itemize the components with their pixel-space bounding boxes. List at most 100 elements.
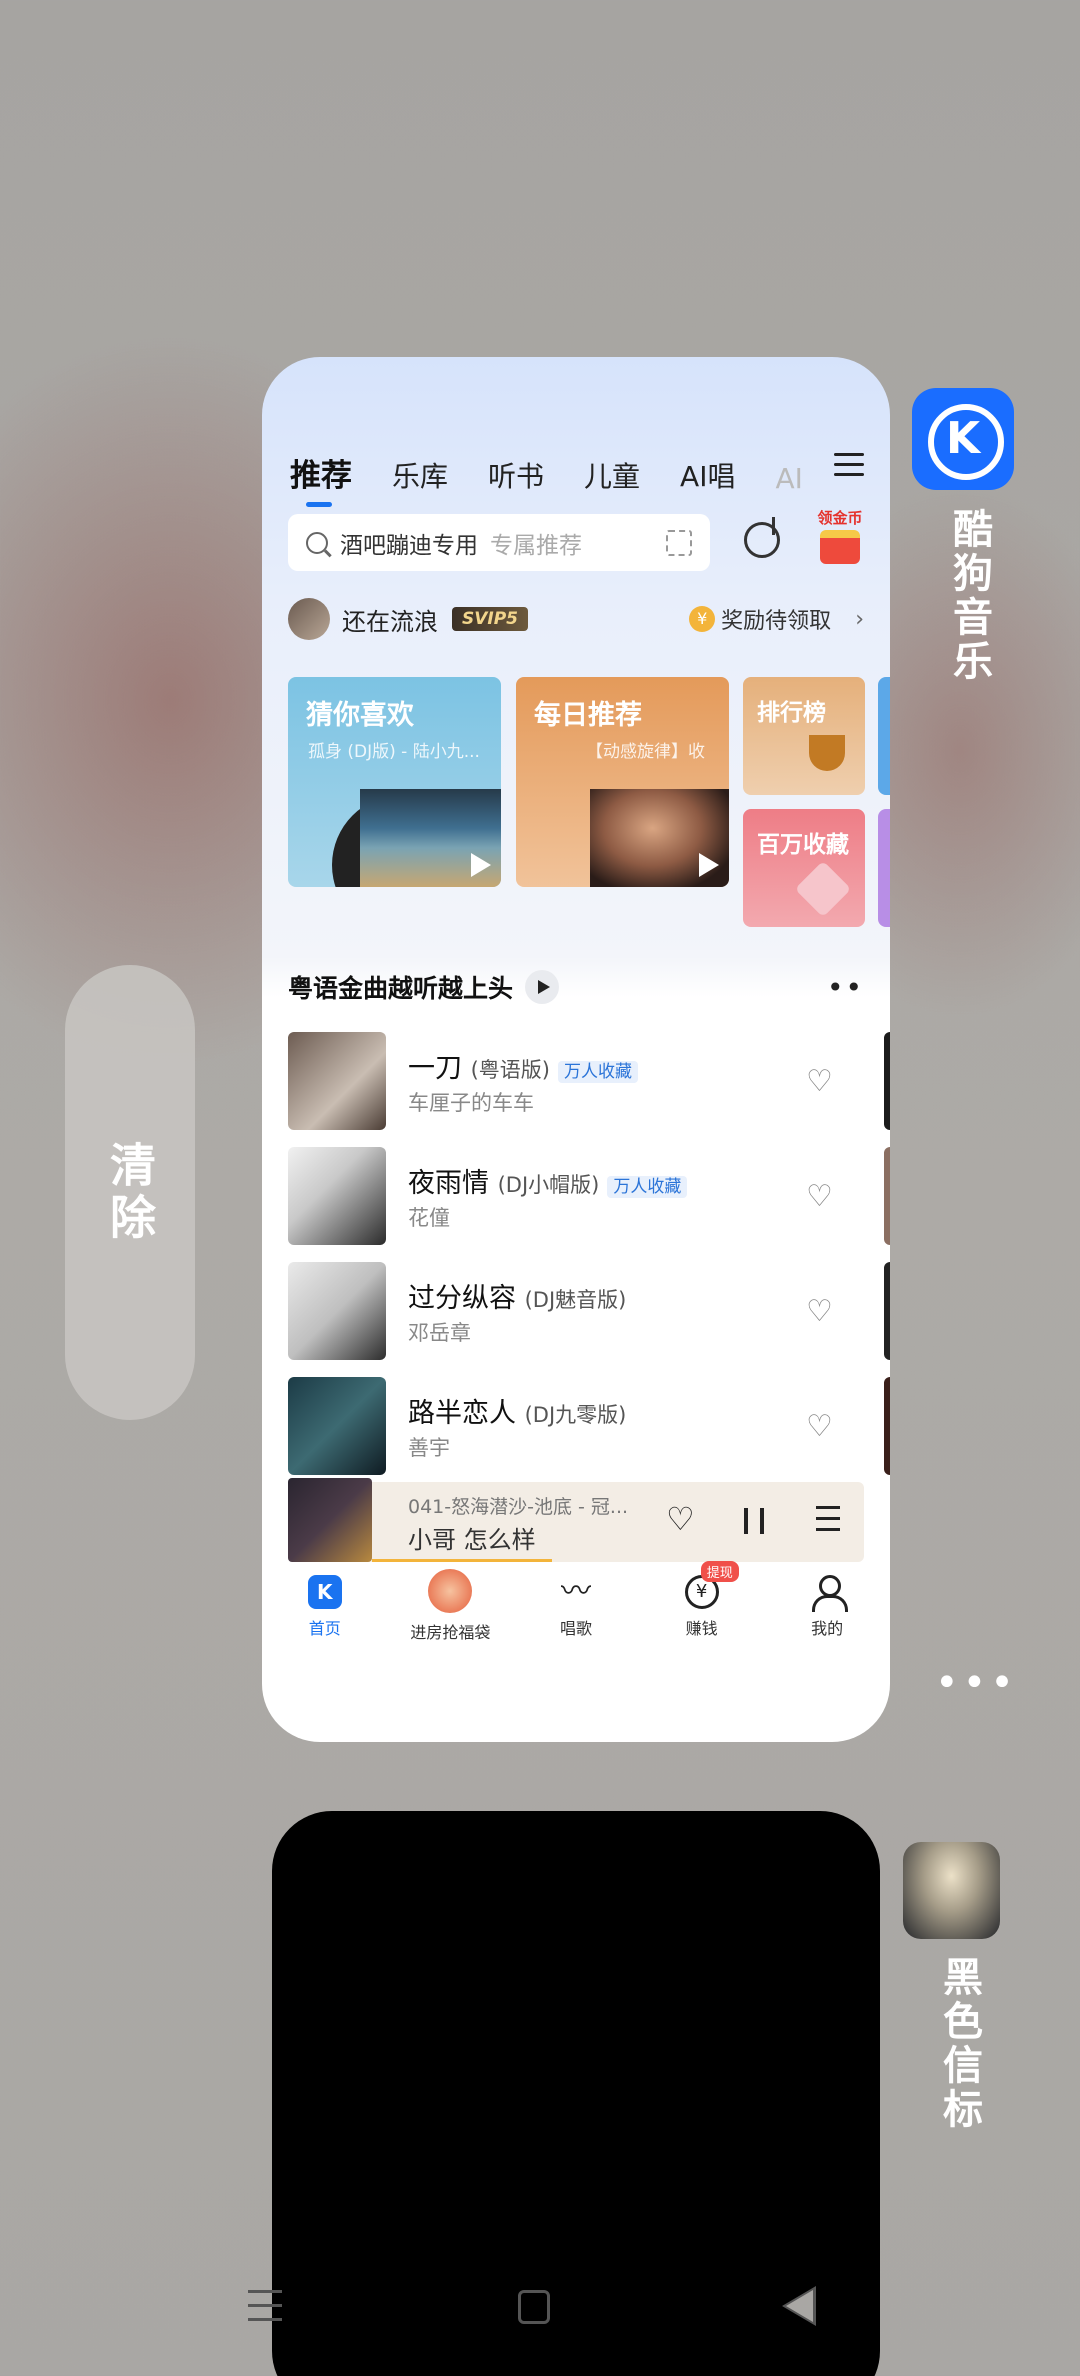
nav-home[interactable]: K 首页 <box>262 1567 388 1657</box>
section-title: 粤语金曲越听越上头 <box>288 974 514 1003</box>
list-item[interactable]: 夜雨情 (DJ小帽版) 万人收藏 花僮 ♡ <box>288 1147 890 1262</box>
user-name[interactable]: 还在流浪 <box>342 602 438 637</box>
play-icon[interactable] <box>699 853 719 877</box>
song-version: (DJ小帽版) <box>497 1173 600 1197</box>
like-icon[interactable]: ♡ <box>806 1409 833 1444</box>
album-cover <box>590 789 729 887</box>
play-icon[interactable] <box>471 853 491 877</box>
tab-ai-sing[interactable]: AI唱 <box>680 455 735 495</box>
song-cover <box>288 1032 386 1130</box>
song-cover <box>288 1147 386 1245</box>
kugou-app-card[interactable]: 推荐 乐库 听书 儿童 AI唱 AI 酒吧蹦迪专用 专属推荐 领金币 还在流浪 … <box>262 357 890 1742</box>
vip-badge: SVIP5 <box>452 607 529 631</box>
game-app-icon[interactable] <box>903 1842 1000 1939</box>
tab-audiobooks[interactable]: 听书 <box>488 455 544 495</box>
like-icon[interactable]: ♡ <box>806 1294 833 1329</box>
clear-all-button[interactable]: 清除 <box>65 965 195 1420</box>
reward-link[interactable]: ¥ 奖励待领取 › <box>689 603 864 635</box>
more-icon[interactable]: •• <box>827 971 864 1004</box>
side-cover <box>884 1262 890 1360</box>
pause-icon[interactable] <box>744 1508 764 1534</box>
more-options-icon[interactable]: ••• <box>935 1663 1018 1703</box>
tile-subtitle: 孤身 (DJ版) - 陆小九... <box>308 742 480 762</box>
side-cover <box>884 1032 890 1130</box>
tile-charts[interactable]: 排行榜 <box>743 677 865 795</box>
favorite-badge: 万人收藏 <box>557 1061 638 1083</box>
tile-million-favorites[interactable]: 百万收藏 <box>743 809 865 927</box>
list-item[interactable]: 一刀 (粤语版) 万人收藏 车厘子的车车 ♡ <box>288 1032 890 1147</box>
tile-edge[interactable] <box>878 677 890 795</box>
trophy-icon <box>809 735 845 771</box>
kugou-letter: K <box>945 413 981 464</box>
mini-player[interactable]: 041-怒海潜沙-池底 - 冠... 小哥 怎么样 ♡ <box>288 1478 864 1562</box>
song-version: (粤语版) <box>470 1058 550 1082</box>
playlist-icon[interactable] <box>808 1506 840 1534</box>
song-artist: 车厘子的车车 <box>408 1091 534 1115</box>
tile-title: 排行榜 <box>757 700 826 726</box>
like-icon[interactable]: ♡ <box>806 1064 833 1099</box>
music-recognize-icon[interactable] <box>744 517 780 558</box>
gold-coin-button[interactable]: 领金币 <box>810 507 870 567</box>
tile-edge[interactable] <box>878 809 890 927</box>
favorite-badge: 万人收藏 <box>607 1176 688 1198</box>
reward-label: 奖励待领取 <box>721 609 832 634</box>
user-row: 还在流浪 SVIP5 ¥ 奖励待领取 › <box>288 597 864 641</box>
nav-label: 赚钱 <box>685 1619 718 1638</box>
song-artist: 花僮 <box>408 1206 450 1230</box>
like-icon[interactable]: ♡ <box>666 1500 695 1538</box>
list-item[interactable]: 路半恋人 (DJ九零版) 善宇 ♡ <box>288 1377 890 1492</box>
menu-icon[interactable] <box>834 453 864 477</box>
menu-icon[interactable] <box>248 2290 282 2326</box>
profile-icon <box>810 1575 849 1612</box>
withdraw-badge: 提现 <box>700 1561 739 1582</box>
play-all-icon[interactable] <box>525 970 560 1004</box>
tile-guess-you-like[interactable]: 猜你喜欢 孤身 (DJ版) - 陆小九... <box>288 677 501 887</box>
kugou-app-icon[interactable]: K <box>912 388 1014 490</box>
nav-sing[interactable]: 〰 唱歌 <box>513 1567 639 1657</box>
tab-recommend[interactable]: 推荐 <box>290 450 352 507</box>
song-title: 过分纵容 <box>408 1283 516 1314</box>
tab-library[interactable]: 乐库 <box>392 455 448 495</box>
album-cover <box>360 789 501 887</box>
red-packet-icon <box>820 530 860 564</box>
like-icon[interactable]: ♡ <box>806 1179 833 1214</box>
side-cover <box>884 1147 890 1245</box>
song-version: (DJ魅音版) <box>524 1288 627 1312</box>
nav-label: 首页 <box>308 1619 341 1638</box>
search-hint: 专属推荐 <box>490 532 582 559</box>
nav-earn[interactable]: ¥ 提现 赚钱 <box>639 1561 765 1657</box>
player-track: 041-怒海潜沙-池底 - 冠... <box>408 1496 629 1518</box>
heart-icon <box>794 860 852 918</box>
avatar[interactable] <box>288 598 330 640</box>
search-query: 酒吧蹦迪专用 <box>340 532 478 559</box>
nav-profile[interactable]: 我的 <box>764 1567 890 1657</box>
nav-label: 唱歌 <box>559 1619 592 1638</box>
home-icon: K <box>307 1575 342 1609</box>
nav-label: 进房抢福袋 <box>410 1623 491 1642</box>
scan-icon[interactable] <box>666 530 692 556</box>
nav-lucky-bag[interactable]: 进房抢福袋 <box>388 1567 514 1657</box>
player-cover <box>288 1478 372 1562</box>
tile-daily[interactable]: 每日推荐 【动感旋律】收 <box>516 677 729 887</box>
list-item[interactable]: 过分纵容 (DJ魅音版) 邓岳章 ♡ <box>288 1262 890 1377</box>
song-title: 夜雨情 <box>408 1168 489 1199</box>
bottom-nav: K 首页 进房抢福袋 〰 唱歌 ¥ 提现 赚钱 我的 <box>262 1561 890 1657</box>
back-icon[interactable] <box>782 2286 816 2326</box>
clear-label: 清除 <box>103 1140 157 1245</box>
song-title: 一刀 <box>408 1053 462 1084</box>
top-tabs: 推荐 乐库 听书 儿童 AI唱 AI <box>290 445 890 507</box>
nav-label: 我的 <box>811 1619 844 1638</box>
tab-ai[interactable]: AI <box>775 462 802 495</box>
tab-kids[interactable]: 儿童 <box>584 455 640 495</box>
lucky-bag-icon <box>428 1569 473 1613</box>
tile-title: 猜你喜欢 <box>306 700 414 731</box>
tile-subtitle: 【动感旋律】收 <box>586 742 705 762</box>
progress-bar <box>372 1559 552 1562</box>
tile-title: 百万收藏 <box>757 832 849 858</box>
recommend-tiles: 猜你喜欢 孤身 (DJ版) - 陆小九... 每日推荐 【动感旋律】收 排行榜 … <box>288 677 890 927</box>
home-icon[interactable] <box>518 2290 550 2324</box>
side-cover <box>884 1377 890 1475</box>
search-bar[interactable]: 酒吧蹦迪专用 专属推荐 <box>288 514 710 571</box>
song-artist: 善宇 <box>408 1436 450 1460</box>
song-list: 一刀 (粤语版) 万人收藏 车厘子的车车 ♡ 夜雨情 (DJ小帽版) 万人收藏 花僮… <box>288 1032 890 1492</box>
